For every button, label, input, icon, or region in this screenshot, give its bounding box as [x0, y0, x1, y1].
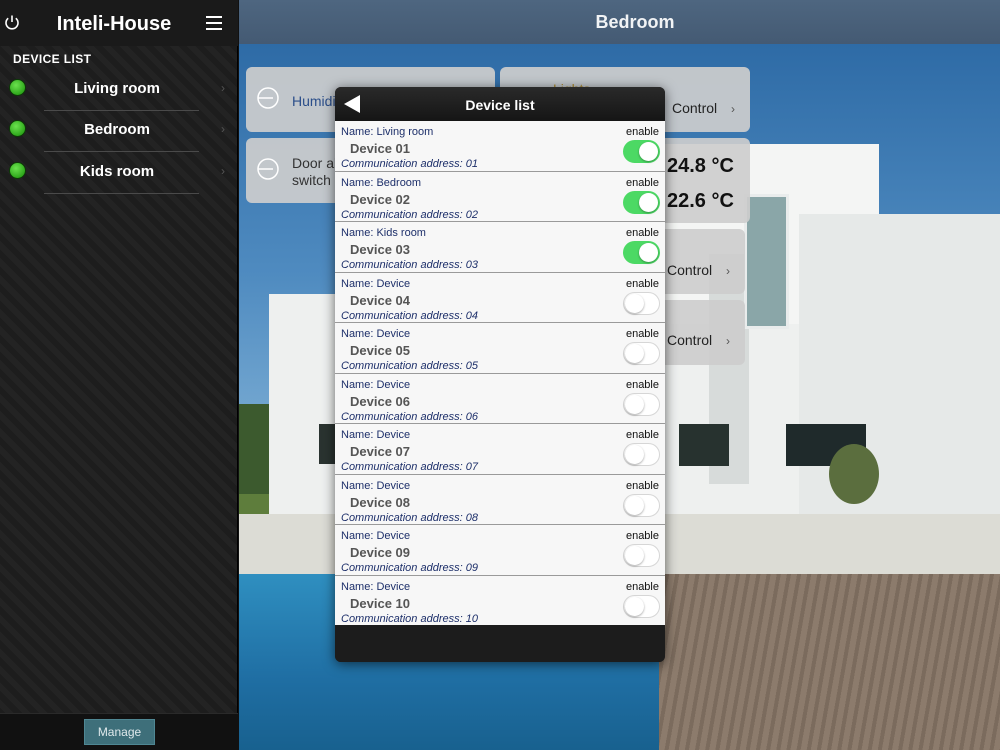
sidebar-footer: Manage	[0, 713, 238, 750]
device-id: Device 08	[350, 494, 410, 510]
device-row: Name: Device Device 07 Communication add…	[335, 424, 665, 475]
device-list-label: DEVICE LIST	[13, 52, 92, 66]
page-title: Bedroom	[595, 12, 675, 32]
main-header: Bedroom	[239, 0, 1000, 44]
device-id: Device 07	[350, 444, 410, 459]
sidebar: Inteli-House DEVICE LIST Living room › B…	[0, 0, 238, 750]
enable-label: enable	[625, 429, 659, 441]
enable-toggle[interactable]	[623, 443, 660, 466]
device-id: Device 06	[350, 393, 410, 409]
device-row: Name: Device Device 08 Communication add…	[335, 475, 665, 525]
control-label: Control	[667, 262, 713, 278]
divider	[44, 193, 199, 194]
hamburger-menu-icon[interactable]	[206, 16, 222, 30]
device-address: Communication address: 03	[341, 259, 478, 271]
enable-toggle[interactable]	[623, 241, 660, 264]
enable-label: enable	[625, 277, 659, 290]
device-id: Device 10	[350, 595, 410, 611]
device-address: Communication address: 02	[341, 208, 478, 221]
sidebar-item-label: Kids room	[79, 163, 155, 180]
chevron-right-icon: ›	[726, 334, 730, 348]
device-list-modal: Device list Name: Living room Device 01 …	[335, 87, 665, 662]
device-name: Name: Device	[341, 277, 411, 290]
device-id: Device 02	[350, 191, 410, 207]
device-name: Name: Device	[341, 530, 411, 542]
enable-label: enable	[625, 378, 659, 391]
enable-label: enable	[625, 580, 659, 593]
enable-toggle[interactable]	[623, 190, 660, 214]
modal-title: Device list	[465, 97, 535, 113]
device-address: Communication address: 07	[341, 461, 478, 473]
device-row: Name: Device Device 06 Communication add…	[335, 374, 665, 424]
device-id: Device 05	[350, 343, 410, 358]
sidebar-item-kids-room[interactable]: Kids room ›	[0, 152, 238, 194]
device-address: Communication address: 05	[341, 360, 478, 372]
door-sensor-icon	[257, 158, 279, 180]
modal-header: Device list	[335, 87, 665, 121]
app-title: Inteli-House	[56, 13, 172, 35]
device-row: Name: Device Device 10 Communication add…	[335, 576, 665, 626]
enable-toggle[interactable]	[623, 544, 660, 567]
enable-label: enable	[625, 479, 659, 492]
door-alarm-label: Door al	[292, 155, 338, 171]
device-row: Name: Bedroom Device 02 Communication ad…	[335, 172, 665, 222]
enable-toggle[interactable]	[623, 392, 660, 416]
sidebar-item-label: Living room	[74, 80, 160, 97]
enable-toggle[interactable]	[623, 594, 660, 618]
control-label: Control	[672, 100, 718, 116]
temperature-value-2: 22.6 °C	[667, 190, 734, 212]
enable-label: enable	[625, 176, 659, 189]
device-name: Name: Kids room	[341, 227, 426, 239]
device-row: Name: Device Device 09 Communication add…	[335, 525, 665, 576]
device-id: Device 04	[350, 292, 410, 308]
enable-toggle[interactable]	[623, 291, 660, 315]
control-label: Control	[667, 332, 713, 348]
chevron-right-icon: ›	[731, 102, 735, 116]
enable-toggle[interactable]	[623, 342, 660, 365]
chevron-right-icon: ›	[726, 264, 730, 278]
device-address: Communication address: 10	[341, 612, 478, 625]
device-name: Name: Device	[341, 378, 411, 391]
device-address: Communication address: 01	[341, 158, 478, 170]
chevron-right-icon: ›	[221, 81, 225, 95]
enable-label: enable	[625, 530, 659, 542]
device-row: Name: Device Device 04 Communication add…	[335, 273, 665, 323]
device-list: Name: Living room Device 01 Communicatio…	[335, 121, 665, 625]
door-alarm-label-2: switch	[292, 172, 331, 188]
device-address: Communication address: 04	[341, 309, 478, 322]
device-name: Name: Device	[341, 429, 411, 441]
device-name: Name: Device	[341, 479, 411, 492]
device-name: Name: Device	[341, 328, 411, 340]
enable-label: enable	[625, 227, 659, 239]
sidebar-item-living-room[interactable]: Living room ›	[0, 69, 238, 111]
device-row: Name: Living room Device 01 Communicatio…	[335, 121, 665, 172]
device-id: Device 09	[350, 545, 410, 560]
chevron-right-icon: ›	[221, 164, 225, 178]
sidebar-header: Inteli-House	[0, 0, 238, 46]
modal-footer	[335, 625, 665, 662]
sidebar-item-bedroom[interactable]: Bedroom ›	[0, 110, 238, 152]
enable-label: enable	[625, 328, 659, 340]
humidity-sensor-icon	[257, 87, 279, 109]
device-address: Communication address: 06	[341, 410, 478, 423]
device-id: Device 01	[350, 141, 410, 156]
device-id: Device 03	[350, 242, 410, 257]
sidebar-item-label: Bedroom	[84, 121, 150, 138]
device-name: Name: Device	[341, 580, 411, 593]
temperature-value-1: 24.8 °C	[667, 155, 734, 177]
enable-toggle[interactable]	[623, 493, 660, 517]
manage-button[interactable]: Manage	[84, 719, 155, 745]
enable-label: enable	[625, 126, 659, 138]
device-address: Communication address: 09	[341, 562, 478, 574]
enable-toggle[interactable]	[623, 140, 660, 163]
device-row: Name: Kids room Device 03 Communication …	[335, 222, 665, 273]
humidity-label: Humidi	[292, 93, 336, 109]
device-address: Communication address: 08	[341, 511, 478, 524]
device-name: Name: Bedroom	[341, 176, 422, 189]
device-row: Name: Device Device 05 Communication add…	[335, 323, 665, 374]
device-name: Name: Living room	[341, 126, 434, 138]
chevron-right-icon: ›	[221, 122, 225, 136]
